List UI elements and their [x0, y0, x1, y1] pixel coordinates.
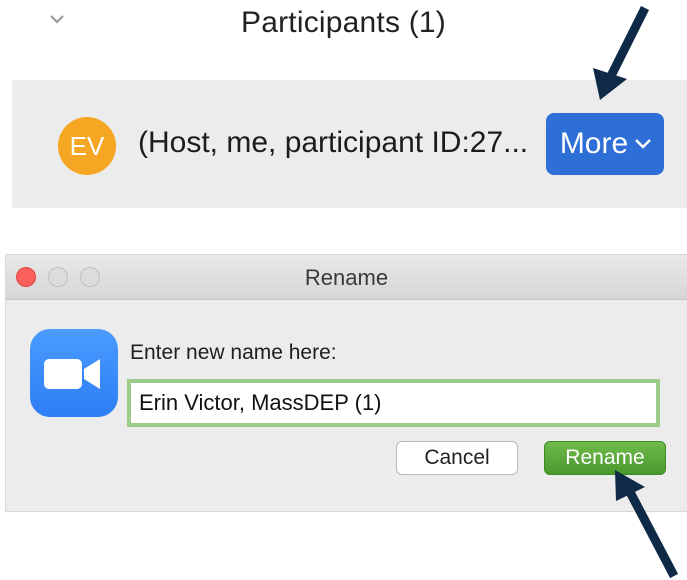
panel-title: Participants (1)	[241, 6, 446, 39]
rename-dialog: Rename Enter new name here: Cancel Renam…	[6, 255, 687, 511]
dialog-title: Rename	[304, 265, 389, 290]
more-button[interactable]: More	[546, 113, 664, 175]
zoom-camera-icon	[30, 329, 118, 417]
participant-row[interactable]: EV (Host, me, participant ID:27... More	[12, 80, 687, 208]
rename-button[interactable]: Rename	[544, 441, 666, 475]
prompt-label: Enter new name here:	[130, 341, 337, 364]
participant-name: (Host, me, participant ID:27...	[138, 126, 529, 159]
name-input[interactable]	[127, 379, 660, 427]
dialog-titlebar: Rename	[6, 255, 687, 300]
chevron-down-icon	[635, 139, 652, 149]
avatar: EV	[58, 117, 116, 175]
more-button-label: More	[559, 127, 629, 160]
cancel-button[interactable]: Cancel	[396, 441, 518, 475]
